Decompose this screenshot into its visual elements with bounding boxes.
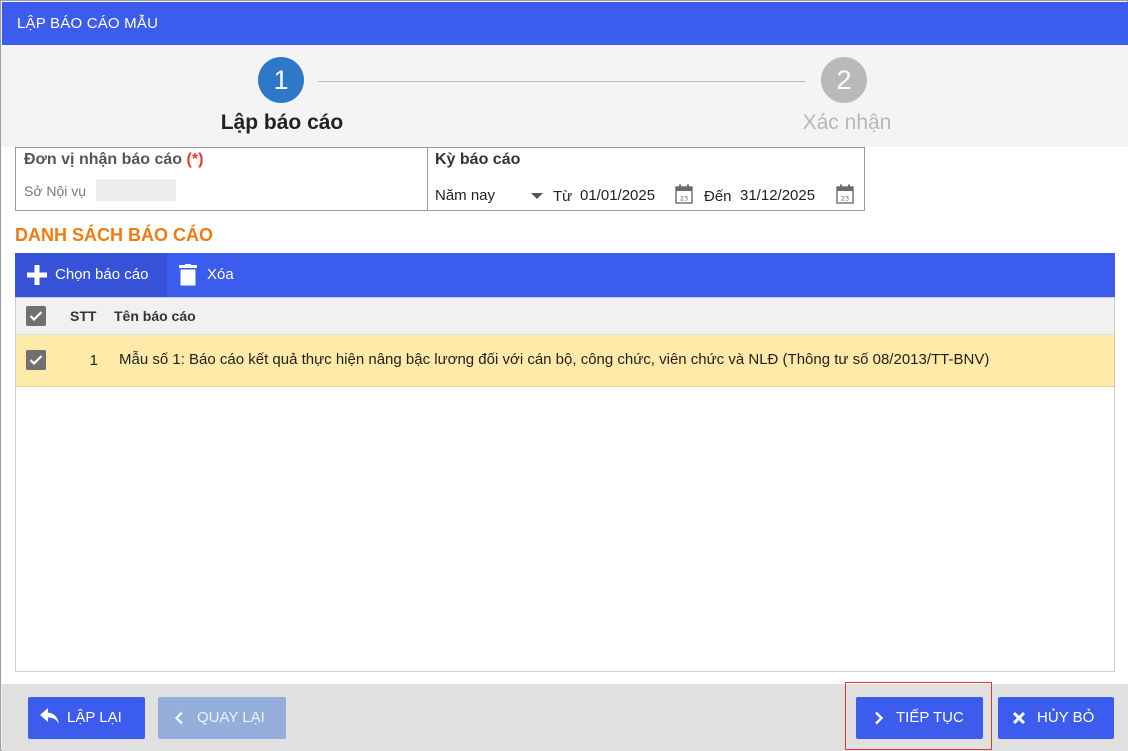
period-select[interactable]: Năm nay	[435, 187, 495, 204]
calendar-icon[interactable]: 23	[836, 184, 854, 204]
undo-arrow-icon	[40, 708, 59, 724]
to-date-input[interactable]: 31/12/2025	[740, 187, 815, 204]
choose-report-button[interactable]: Chọn báo cáo	[15, 253, 167, 297]
step-1-indicator: 1	[258, 57, 304, 103]
redacted-area	[96, 179, 176, 201]
table-row[interactable]: 1 Mẫu số 1: Báo cáo kết quả thực hiện nâ…	[16, 335, 1114, 387]
from-label: Từ	[553, 188, 573, 205]
column-header-stt: STT	[70, 308, 97, 324]
step-2-label: Xác nhận	[802, 111, 892, 134]
column-header-name: Tên báo cáo	[114, 308, 196, 324]
row-checkbox[interactable]	[26, 350, 46, 370]
svg-text:23: 23	[680, 195, 688, 203]
check-icon	[29, 355, 43, 366]
unit-label-text: Đơn vị nhận báo cáo	[24, 151, 183, 168]
main-content: Đơn vị nhận báo cáo (*) Sở Nội vụ Kỳ báo…	[2, 147, 1128, 684]
step-1-label: Lập báo cáo	[220, 111, 344, 134]
next-button[interactable]: TIẾP TỤC	[856, 697, 983, 739]
row-stt: 1	[89, 352, 98, 369]
dialog-footer: LẬP LẠI QUAY LẠI TIẾP TỤC HỦY BỎ	[2, 684, 1128, 751]
check-icon	[29, 311, 43, 322]
required-mark: (*)	[186, 151, 204, 168]
unit-label: Đơn vị nhận báo cáo (*)	[24, 151, 203, 169]
report-grid: STT Tên báo cáo 1 Mẫu số 1: Báo cáo kết …	[15, 297, 1115, 672]
from-date-input[interactable]: 01/01/2025	[580, 187, 655, 204]
reset-button[interactable]: LẬP LẠI	[28, 697, 145, 739]
unit-value: Sở Nội vụ	[24, 183, 87, 199]
chevron-down-icon[interactable]	[531, 193, 543, 199]
close-icon	[1012, 711, 1026, 725]
choose-report-label: Chọn báo cáo	[55, 266, 149, 283]
calendar-icon[interactable]: 23	[675, 184, 693, 204]
svg-text:23: 23	[841, 195, 849, 203]
report-form: Đơn vị nhận báo cáo (*) Sở Nội vụ Kỳ báo…	[15, 147, 865, 211]
to-label: Đến	[704, 188, 732, 205]
list-toolbar: Chọn báo cáo Xóa	[15, 253, 1115, 297]
dialog-window: LẬP BÁO CÁO MẪU 1 2 Lập báo cáo Xác nhận…	[0, 0, 1128, 751]
cancel-button[interactable]: HỦY BỎ	[998, 697, 1114, 739]
back-label: QUAY LẠI	[197, 709, 265, 726]
delete-button[interactable]: Xóa	[175, 253, 265, 297]
chevron-left-icon	[174, 711, 183, 725]
plus-icon	[27, 265, 47, 285]
select-all-checkbox[interactable]	[26, 306, 46, 326]
trash-icon	[179, 264, 197, 286]
stepper: 1 2 Lập báo cáo Xác nhận	[2, 45, 1128, 147]
form-divider	[427, 148, 428, 210]
stepper-connector	[318, 81, 805, 82]
section-title: DANH SÁCH BÁO CÁO	[15, 225, 213, 245]
period-label: Kỳ báo cáo	[435, 151, 521, 168]
row-report-name: Mẫu số 1: Báo cáo kết quả thực hiện nâng…	[119, 351, 990, 368]
reset-label: LẬP LẠI	[67, 709, 122, 726]
next-label: TIẾP TỤC	[896, 709, 964, 726]
delete-label: Xóa	[207, 266, 234, 283]
grid-header: STT Tên báo cáo	[16, 298, 1114, 335]
cancel-label: HỦY BỎ	[1037, 709, 1095, 726]
dialog-title: LẬP BÁO CÁO MẪU	[2, 2, 1128, 45]
back-button[interactable]: QUAY LẠI	[158, 697, 286, 739]
step-2-indicator: 2	[821, 57, 867, 103]
chevron-right-icon	[875, 711, 884, 725]
